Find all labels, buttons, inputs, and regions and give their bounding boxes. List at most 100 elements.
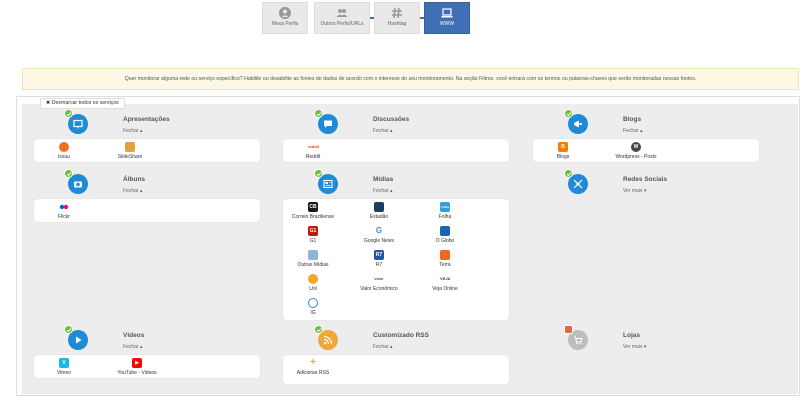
service-folha[interactable]: Folha Folha: [415, 202, 475, 220]
unchecked-icon[interactable]: [564, 325, 573, 334]
hashtag-icon: [392, 7, 402, 19]
correio-icon: CB: [308, 202, 318, 212]
service-google-news[interactable]: G Google News: [349, 226, 409, 244]
oglobo-icon: [440, 226, 450, 236]
services-box: CB Correio Braziliense Estadão Folha Folha…: [283, 199, 509, 320]
checked-icon[interactable]: [64, 325, 73, 334]
vimeo-icon: V: [59, 358, 69, 368]
flickr-icon: [59, 202, 69, 212]
issuu-icon: [59, 142, 69, 152]
service-label: Vimeo: [56, 370, 72, 376]
service-label: Wordpress - Posts: [615, 154, 657, 160]
service-blogs[interactable]: B Blogs: [533, 142, 593, 160]
checked-icon[interactable]: [314, 325, 323, 334]
service-wordpress[interactable]: W Wordpress - Posts: [599, 142, 673, 160]
service-label: Uol: [309, 286, 317, 292]
service-label: Correio Braziliense: [291, 214, 335, 220]
services-box: Issuu SlideShare: [34, 139, 260, 162]
step-outros-perfis[interactable]: Outros Perfis/URLs: [314, 2, 370, 34]
service-correio[interactable]: CB Correio Braziliense: [283, 202, 343, 220]
service-uol[interactable]: Uol: [283, 274, 343, 292]
service-slideshare[interactable]: SlideShare: [100, 142, 160, 160]
service-label: Estadão: [369, 214, 389, 220]
service-r7[interactable]: R7 R7: [349, 250, 409, 268]
category-toggle[interactable]: Fechar ▴: [123, 188, 142, 194]
service-estadao[interactable]: Estadão: [349, 202, 409, 220]
users-icon: [336, 9, 348, 17]
laptop-icon: [441, 8, 453, 18]
service-label: Valor Econômico: [360, 286, 398, 292]
step-www[interactable]: WWW: [424, 2, 470, 34]
slideshare-icon: [125, 142, 135, 152]
service-label: IG: [310, 310, 316, 316]
service-veja[interactable]: VEJA Veja Online: [415, 274, 475, 292]
service-label: R7: [375, 262, 383, 268]
ig-icon: [308, 298, 318, 308]
category-title: Apresentações: [123, 116, 170, 123]
category-title: Customizado RSS: [373, 332, 429, 339]
add-rss-button[interactable]: + Adicionar RSS: [283, 358, 343, 377]
service-label: Adicionar RSS: [296, 370, 330, 376]
service-label: Folha: [438, 214, 452, 220]
step-hashtag[interactable]: Hashtag: [374, 2, 420, 34]
service-label: O Globo: [435, 238, 455, 244]
service-flickr[interactable]: Flickr: [34, 202, 94, 220]
newspaper-icon: [308, 250, 318, 260]
step-label: WWW: [439, 21, 455, 27]
service-oglobo[interactable]: O Globo: [415, 226, 475, 244]
service-label: Blogs: [556, 154, 570, 160]
category-title: Mídias: [373, 176, 394, 183]
category-toggle[interactable]: Fechar ▴: [123, 128, 142, 134]
folha-icon: Folha: [440, 202, 450, 212]
checked-icon[interactable]: [64, 109, 73, 118]
checked-icon[interactable]: [564, 109, 573, 118]
step-meus-perfis[interactable]: Meus Perfis: [262, 2, 308, 34]
category-toggle[interactable]: Fechar ▴: [373, 128, 392, 134]
step-label: Outros Perfis/URLs: [320, 21, 364, 27]
services-box: V Vimeo ▶ YouTube - Videos: [34, 355, 260, 378]
service-label: YouTube - Videos: [117, 370, 157, 376]
uncheck-all-button[interactable]: ✖ Desmarcar todos os serviços: [40, 98, 125, 109]
category-toggle[interactable]: Fechar ▴: [123, 344, 142, 350]
step-label: Hashtag: [387, 21, 407, 27]
category-toggle[interactable]: Fechar ▴: [623, 128, 642, 134]
service-label: Flickr: [58, 214, 70, 220]
service-valor[interactable]: valor Valor Econômico: [349, 274, 409, 292]
category-title: Álbuns: [123, 176, 146, 183]
service-g1[interactable]: G1 G1: [283, 226, 343, 244]
category-title: Blogs: [623, 116, 642, 123]
veja-icon: VEJA: [440, 274, 450, 284]
category-toggle[interactable]: Fechar ▴: [373, 344, 392, 350]
category-toggle[interactable]: Ver mais ▾: [623, 188, 646, 194]
checked-icon[interactable]: [314, 109, 323, 118]
service-youtube[interactable]: ▶ YouTube - Videos: [100, 358, 174, 376]
service-label: Reddit: [305, 154, 321, 160]
service-label: Outras Mídias: [297, 262, 329, 268]
service-issuu[interactable]: Issuu: [34, 142, 94, 160]
service-label: Google News: [363, 238, 394, 244]
category-toggle[interactable]: Ver mais ▾: [623, 344, 646, 350]
category-title: Redes Sociais: [623, 176, 668, 183]
youtube-icon: ▶: [132, 358, 142, 368]
service-label: G1: [309, 238, 317, 244]
checked-icon[interactable]: [314, 169, 323, 178]
valor-icon: valor: [374, 274, 384, 284]
service-label: SlideShare: [117, 154, 143, 160]
service-outras-midias[interactable]: Outras Mídias: [283, 250, 343, 268]
category-title: Discussões: [373, 116, 410, 123]
plus-icon: +: [308, 358, 318, 368]
category-toggle[interactable]: Fechar ▴: [373, 188, 392, 194]
terra-icon: [440, 250, 450, 260]
services-box: + Adicionar RSS: [283, 355, 509, 384]
g1-icon: G1: [308, 226, 318, 236]
service-vimeo[interactable]: V Vimeo: [34, 358, 94, 376]
step-label: Meus Perfis: [271, 21, 299, 27]
checked-icon[interactable]: [564, 169, 573, 178]
service-ig[interactable]: IG: [283, 298, 343, 316]
checked-icon[interactable]: [64, 169, 73, 178]
google-icon: G: [374, 226, 384, 236]
blogger-icon: B: [558, 142, 568, 152]
service-terra[interactable]: Terra: [415, 250, 475, 268]
service-reddit[interactable]: reddit Reddit: [283, 142, 343, 160]
service-label: Terra: [439, 262, 451, 268]
